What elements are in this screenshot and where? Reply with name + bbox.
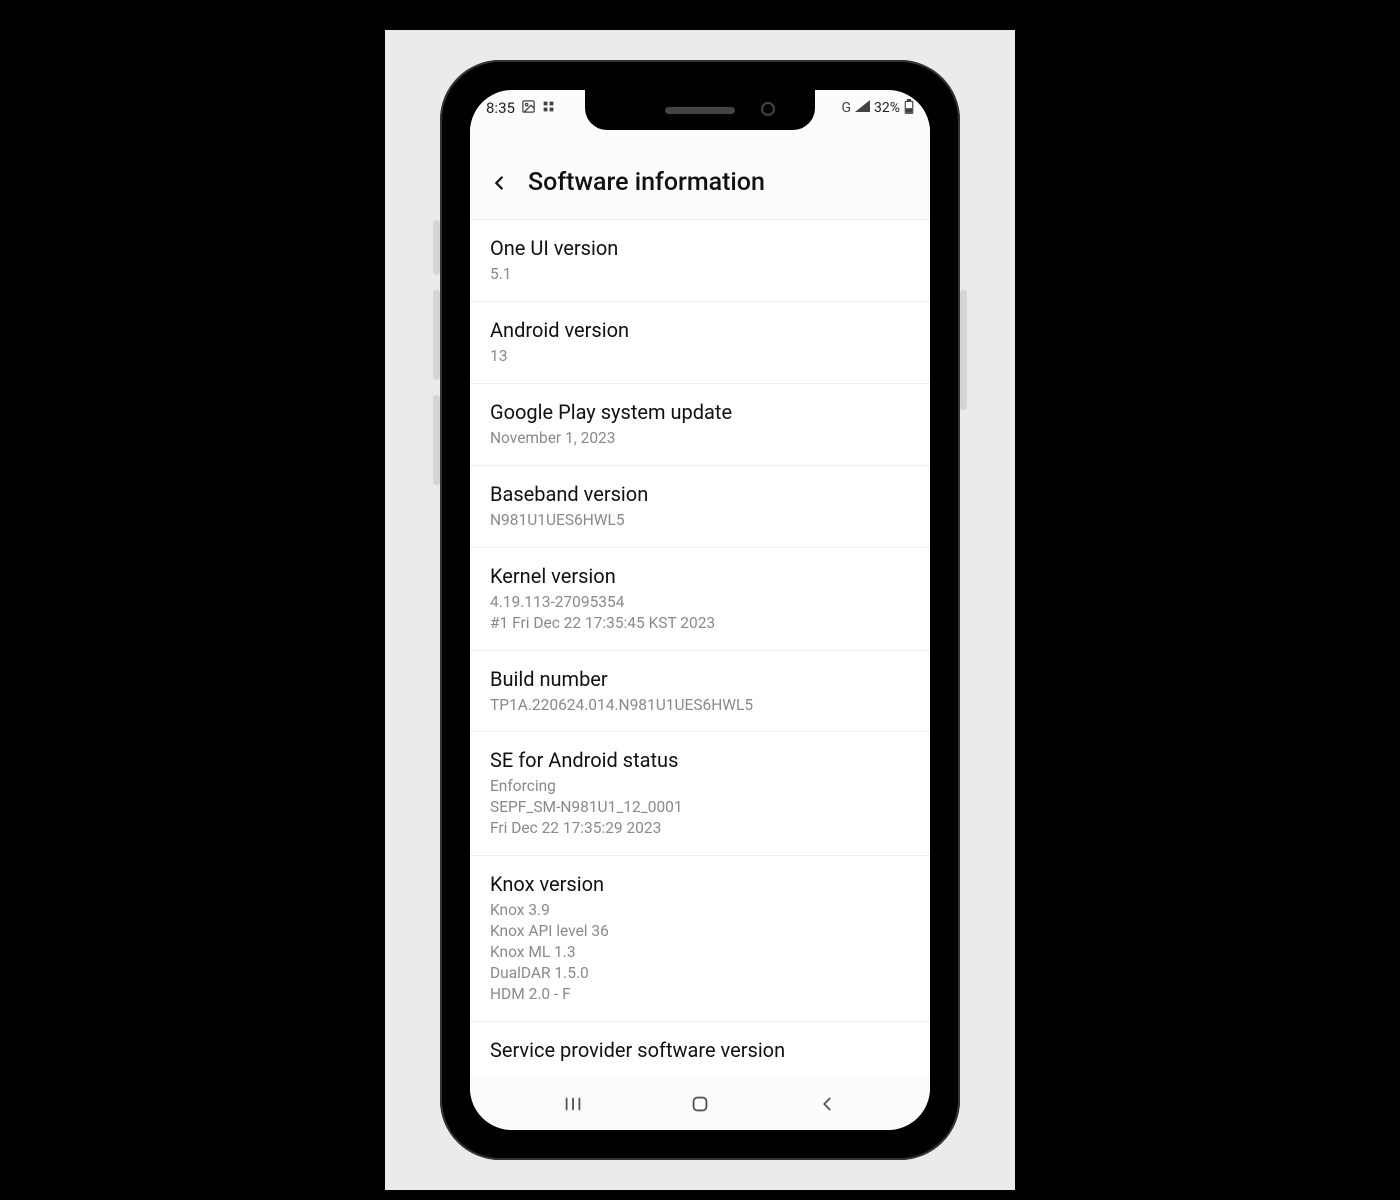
row-value: 5.1 [490, 264, 910, 285]
row-label: Android version [490, 318, 910, 342]
settings-list: One UI version 5.1 Android version 13 Go… [470, 219, 930, 1078]
row-value: November 1, 2023 [490, 428, 910, 449]
recents-button[interactable] [562, 1093, 584, 1115]
row-label: Knox version [490, 872, 910, 896]
row-label: Baseband version [490, 482, 910, 506]
network-type: G [841, 100, 851, 116]
battery-icon [904, 99, 914, 118]
row-knox-version[interactable]: Knox version Knox 3.9 Knox API level 36 … [470, 856, 930, 1022]
app-header: Software information [470, 126, 930, 219]
row-label: SE for Android status [490, 748, 910, 772]
row-one-ui-version[interactable]: One UI version 5.1 [470, 220, 930, 302]
front-camera [761, 102, 775, 116]
back-icon[interactable] [488, 172, 510, 194]
row-android-version[interactable]: Android version 13 [470, 302, 930, 384]
side-button [433, 220, 440, 275]
volume-down-button [433, 395, 440, 485]
page-title: Software information [528, 168, 765, 197]
apps-icon [542, 100, 555, 117]
row-service-provider-version[interactable]: Service provider software version [470, 1022, 930, 1078]
row-value: 4.19.113-27095354 #1 Fri Dec 22 17:35:45… [490, 592, 910, 634]
battery-percent: 32% [874, 100, 900, 116]
row-label: One UI version [490, 236, 910, 260]
status-right: G 32% [841, 99, 914, 118]
navigation-bar [470, 1078, 930, 1130]
stage: 8:35 G 32% [385, 30, 1015, 1190]
row-label: Service provider software version [490, 1038, 910, 1062]
row-value: N981U1UES6HWL5 [490, 510, 910, 531]
row-baseband-version[interactable]: Baseband version N981U1UES6HWL5 [470, 466, 930, 548]
row-value: 13 [490, 346, 910, 367]
row-label: Kernel version [490, 564, 910, 588]
power-button [960, 290, 967, 410]
row-kernel-version[interactable]: Kernel version 4.19.113-27095354 #1 Fri … [470, 548, 930, 651]
phone-frame: 8:35 G 32% [440, 60, 960, 1160]
row-value: Knox 3.9 Knox API level 36 Knox ML 1.3 D… [490, 900, 910, 1005]
row-value: Enforcing SEPF_SM-N981U1_12_0001 Fri Dec… [490, 776, 910, 839]
notch [585, 90, 815, 130]
row-value: TP1A.220624.014.N981U1UES6HWL5 [490, 695, 910, 716]
row-label: Google Play system update [490, 400, 910, 424]
home-button[interactable] [689, 1093, 711, 1115]
screen: 8:35 G 32% [470, 90, 930, 1130]
speaker-grille [665, 107, 735, 114]
row-google-play-update[interactable]: Google Play system update November 1, 20… [470, 384, 930, 466]
status-time: 8:35 [486, 99, 515, 117]
image-icon [521, 99, 536, 118]
row-label: Build number [490, 667, 910, 691]
row-build-number[interactable]: Build number TP1A.220624.014.N981U1UES6H… [470, 651, 930, 733]
status-left: 8:35 [486, 99, 555, 118]
row-se-android-status[interactable]: SE for Android status Enforcing SEPF_SM-… [470, 732, 930, 856]
back-button[interactable] [816, 1093, 838, 1115]
volume-up-button [433, 290, 440, 380]
scroll-area[interactable]: Software information One UI version 5.1 … [470, 126, 930, 1078]
signal-icon [855, 100, 870, 116]
